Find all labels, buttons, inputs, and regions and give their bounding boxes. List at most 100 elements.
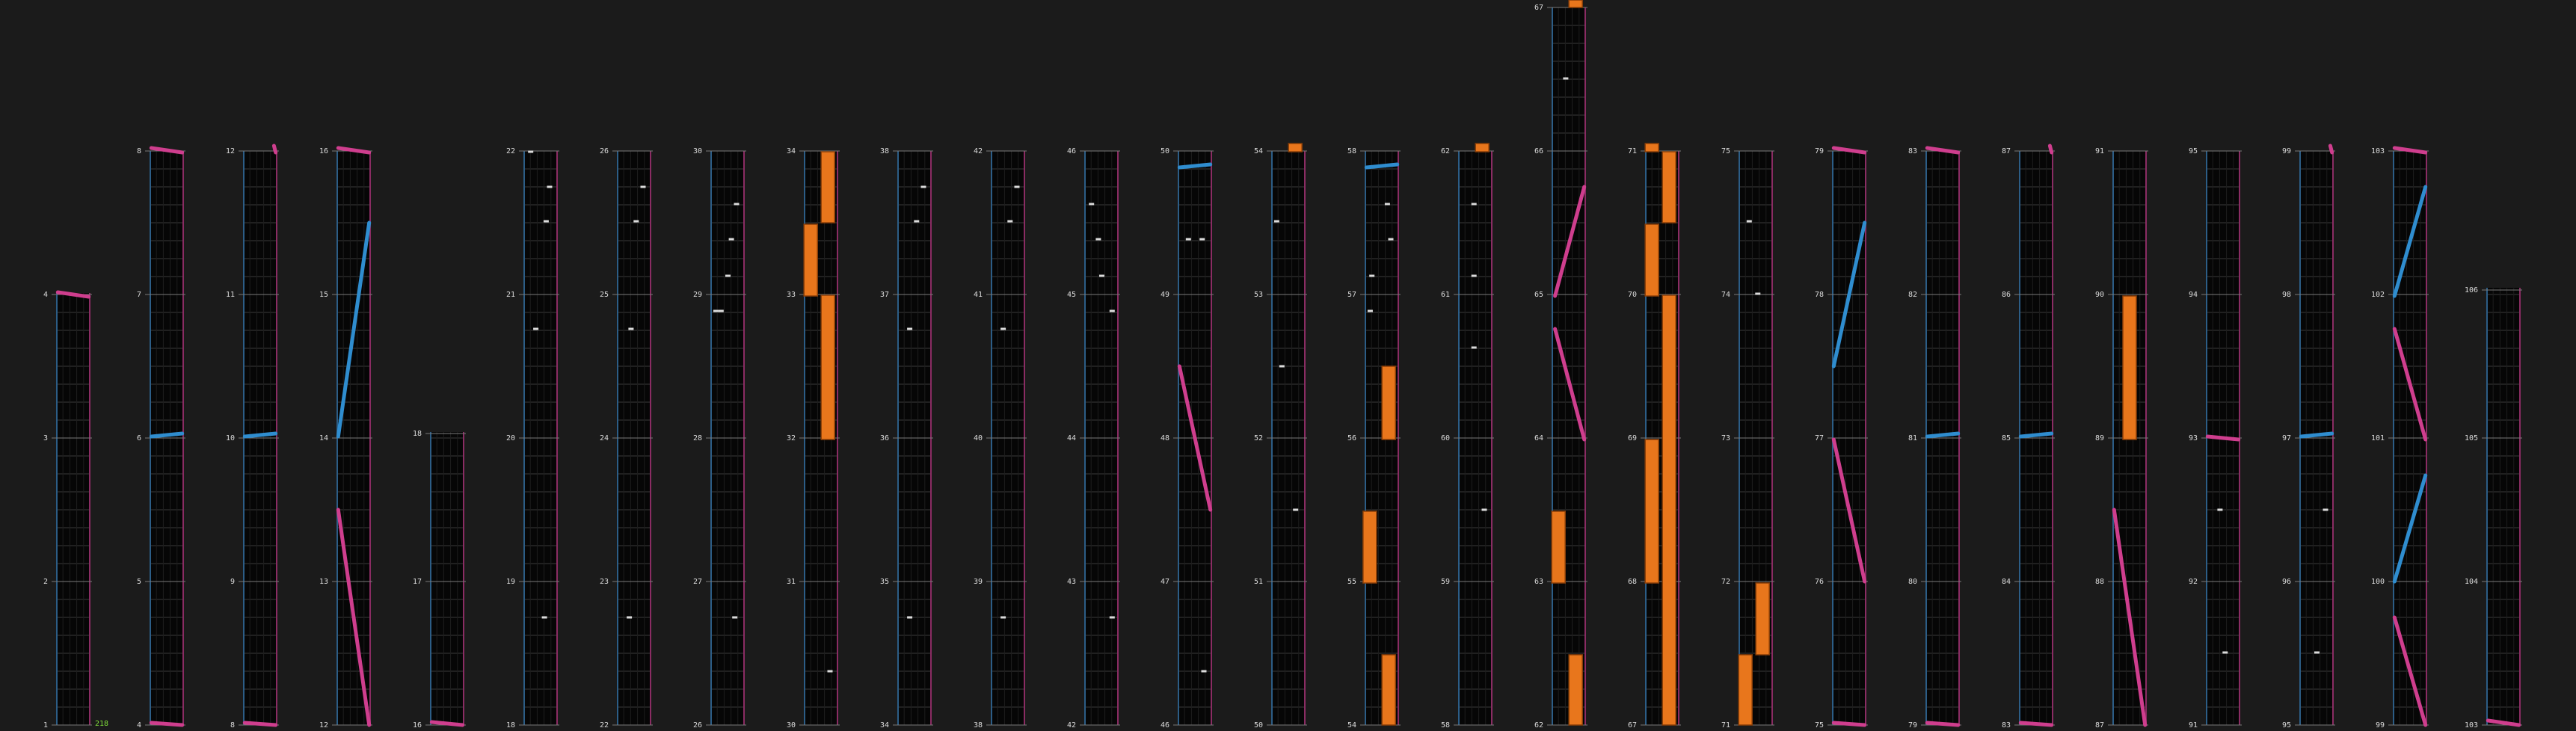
measure-number: 103 xyxy=(2465,721,2478,730)
measure-number: 75 xyxy=(1721,147,1730,155)
measure-number: 80 xyxy=(1908,578,1917,586)
hold-note xyxy=(1644,223,1659,297)
measure-number: 47 xyxy=(1161,578,1169,586)
measure-number: 84 xyxy=(2002,578,2011,586)
slide-note xyxy=(242,721,278,727)
tap-note xyxy=(734,203,740,206)
measure-number: 9 xyxy=(230,578,235,586)
measure-number: 12 xyxy=(319,721,328,730)
measure-number: 15 xyxy=(319,291,328,299)
measure-number: 50 xyxy=(1254,721,1263,730)
measure-number: 35 xyxy=(880,578,889,586)
tap-note xyxy=(1279,365,1285,368)
measure-number: 26 xyxy=(693,721,702,730)
measure-column: 4 5 6 7 8 xyxy=(137,147,185,730)
tap-note xyxy=(1000,616,1006,619)
measure-number: 51 xyxy=(1254,578,1263,586)
hold-note xyxy=(1738,654,1753,726)
hold-note xyxy=(1644,439,1659,584)
hold-note xyxy=(803,223,818,297)
measure-number: 103 xyxy=(2371,147,2385,155)
hold-note xyxy=(1568,654,1583,726)
measure-number: 24 xyxy=(600,434,609,442)
measure-number: 73 xyxy=(1721,434,1730,442)
tap-note xyxy=(2222,651,2228,654)
tap-note xyxy=(827,670,833,673)
measure-column: 1 2 3 4 xyxy=(43,291,92,730)
measure-number: 57 xyxy=(1347,291,1356,299)
tap-note xyxy=(1089,203,1095,206)
measure-number: 4 xyxy=(137,721,141,730)
slide-note xyxy=(2047,144,2054,155)
measure-number: 71 xyxy=(1721,721,1730,730)
measure-number: 49 xyxy=(1161,291,1169,299)
measure-number: 8 xyxy=(230,721,235,730)
chart-preview-canvas: 1234456788910111212131415161617181819202… xyxy=(43,0,2522,730)
tap-note xyxy=(543,220,549,223)
measure-number: 67 xyxy=(1628,721,1637,730)
tap-note xyxy=(1471,203,1477,206)
measure-column: 8 9 10 11 12 xyxy=(226,147,279,730)
tap-note xyxy=(633,220,639,223)
column-background xyxy=(2486,288,2521,725)
measure-number: 26 xyxy=(600,147,609,155)
measure-number: 21 xyxy=(506,291,515,299)
tap-note xyxy=(907,616,913,619)
measure-number: 62 xyxy=(1441,147,1450,155)
measure-number: 61 xyxy=(1441,291,1450,299)
measure-number: 101 xyxy=(2371,434,2385,442)
tap-note xyxy=(728,238,734,241)
measure-number: 45 xyxy=(1067,291,1076,299)
measure-number: 55 xyxy=(1347,578,1356,586)
measure-number: 58 xyxy=(1347,147,1356,155)
measure-number: 18 xyxy=(413,430,422,438)
measure-number: 13 xyxy=(319,578,328,586)
measure-number: 65 xyxy=(1534,291,1543,299)
measure-number: 16 xyxy=(413,721,422,730)
measure-number: 14 xyxy=(319,434,328,442)
measure-number: 89 xyxy=(2095,434,2104,442)
measure-number: 85 xyxy=(2002,434,2011,442)
measure-column: 18 19 20 21 22 xyxy=(506,147,559,730)
measure-number: 91 xyxy=(2095,147,2104,155)
hold-note xyxy=(1662,294,1676,726)
measure-number: 19 xyxy=(506,578,515,586)
measure-number: 18 xyxy=(506,721,515,730)
slide-note xyxy=(1925,721,1961,727)
tap-note xyxy=(1369,274,1375,277)
tap-note xyxy=(1755,292,1761,295)
slide-note xyxy=(149,721,185,727)
measure-number: 31 xyxy=(787,578,796,586)
measure-number: 78 xyxy=(1815,291,1824,299)
tap-note xyxy=(1273,220,1279,223)
tap-note xyxy=(640,185,646,188)
slide-note xyxy=(271,144,278,155)
measure-number: 16 xyxy=(319,147,328,155)
measure-number: 27 xyxy=(693,578,702,586)
measure-number: 68 xyxy=(1628,578,1637,586)
measure-column: 22 23 24 25 26 xyxy=(600,147,653,730)
hold-note xyxy=(820,294,835,440)
hold-note xyxy=(1475,143,1490,152)
measure-number: 11 xyxy=(226,291,235,299)
measure-column: 83 84 85 86 87 xyxy=(2002,147,2055,730)
measure-number: 75 xyxy=(1815,721,1824,730)
slide-note xyxy=(2328,144,2334,155)
tap-note xyxy=(2323,508,2328,511)
measure-number: 28 xyxy=(693,434,702,442)
measure-number: 92 xyxy=(2189,578,2198,586)
tap-note xyxy=(1109,309,1115,312)
tap-note xyxy=(2217,508,2223,511)
measure-number: 1 xyxy=(43,721,48,730)
measure-number: 88 xyxy=(2095,578,2104,586)
measure-number: 82 xyxy=(1908,291,1917,299)
measure-number: 58 xyxy=(1441,721,1450,730)
measure-number: 38 xyxy=(880,147,889,155)
column-background xyxy=(430,432,464,725)
measure-number: 48 xyxy=(1161,434,1169,442)
measure-number: 54 xyxy=(1254,147,1263,155)
measure-number: 42 xyxy=(1067,721,1076,730)
measure-number: 23 xyxy=(600,578,609,586)
tap-note xyxy=(1007,220,1013,223)
measure-number: 93 xyxy=(2189,434,2198,442)
